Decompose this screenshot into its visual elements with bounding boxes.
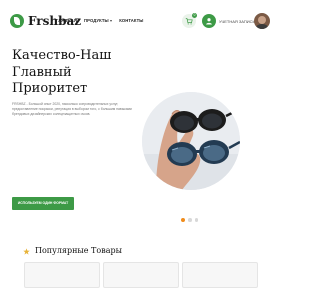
hero-title: Качество-Наш Главный Приоритет — [12, 48, 112, 96]
popular-section-title: Популярные Товары — [35, 246, 122, 255]
user-icon — [206, 18, 212, 25]
nav-home-link[interactable]: ГЛАВНАЯ — [56, 18, 77, 24]
slider-dot[interactable] — [194, 218, 198, 222]
product-card[interactable] — [24, 262, 100, 288]
hero-cta-button[interactable]: ИСПОЛЬЗУЕМ ОДИН ФОРМАТ — [12, 197, 74, 210]
slider-dots — [181, 217, 198, 222]
hero-description: FRSHBZ - Большой опыт 2020, насколько со… — [12, 102, 132, 117]
star-icon — [23, 247, 30, 255]
leaf-logo-icon — [10, 14, 24, 28]
main-nav: ГЛАВНАЯ ПРОДУКТЫ КОНТАКТЫ — [56, 18, 144, 24]
cart-count-badge: 0 — [192, 13, 197, 18]
cart-icon — [185, 18, 193, 25]
avatar[interactable] — [254, 13, 270, 29]
slider-dot[interactable] — [188, 218, 192, 222]
slider-dot[interactable] — [181, 217, 185, 222]
nav-products-link[interactable]: ПРОДУКТЫ — [84, 18, 113, 24]
nav-products-label: ПРОДУКТЫ — [84, 18, 109, 23]
nav-contacts-link[interactable]: КОНТАКТЫ — [119, 18, 143, 24]
hero-sunglasses-image — [142, 92, 240, 190]
sunglasses-illustration — [142, 92, 240, 190]
account-link[interactable]: УЧЕТНАЯ ЗАПИСЬ — [219, 19, 255, 24]
site-header: Frshbaz ГЛАВНАЯ ПРОДУКТЫ КОНТАКТЫ 0 УЧЕТ… — [0, 0, 280, 42]
chevron-down-icon — [110, 19, 113, 22]
cart-button[interactable]: 0 — [182, 13, 197, 28]
popular-section-header: Популярные Товары — [23, 246, 122, 256]
product-card[interactable] — [182, 262, 258, 288]
product-card[interactable] — [103, 262, 179, 288]
user-button[interactable] — [202, 14, 216, 28]
